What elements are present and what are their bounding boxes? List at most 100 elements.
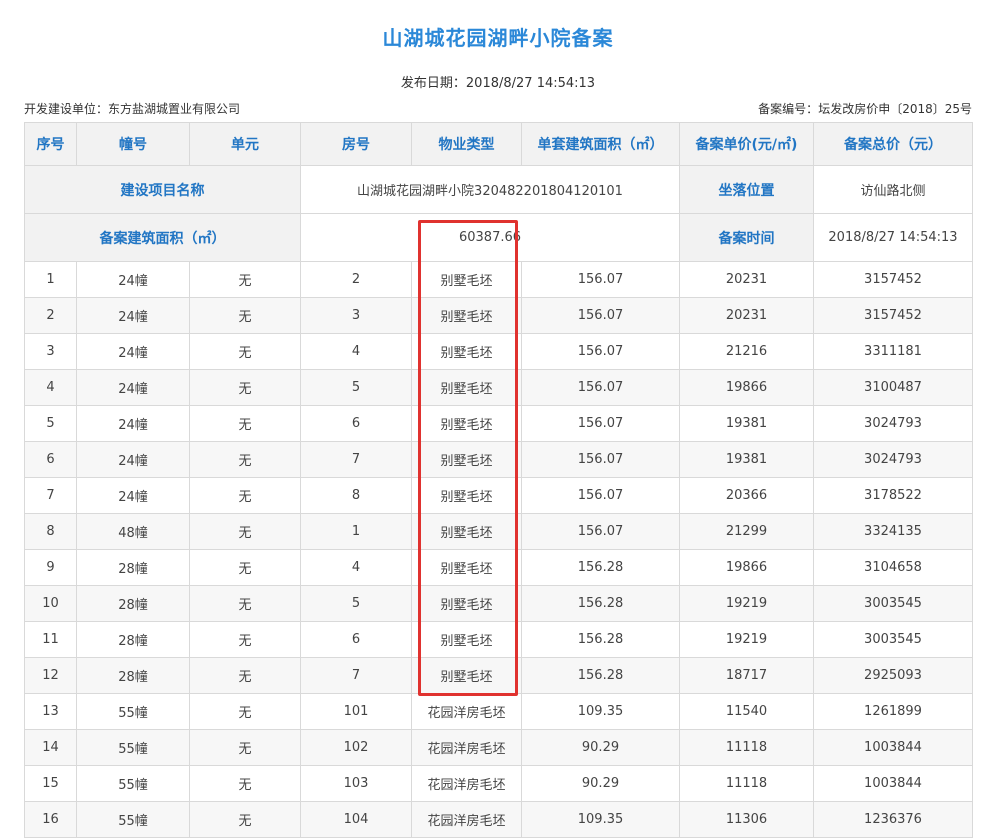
header-room: 房号 [300,122,412,166]
table-row: 4 24幢无 5 别墅毛坯 156.07 19866 3100487 [24,369,973,406]
cell-building: 28幢 [76,549,190,586]
cell-property-type: 花园洋房毛坯 [411,693,522,730]
table-row: 3 24幢无 4 别墅毛坯 156.07 21216 3311181 [24,333,973,370]
cell-property-type: 花园洋房毛坯 [411,729,522,766]
cell-unit-price: 20366 [679,477,814,514]
cell-property-type: 别墅毛坯 [411,333,522,370]
table-row: 10 28幢无 5 别墅毛坯 156.28 19219 3003545 [24,585,973,622]
cell-total-price: 2925093 [813,657,973,694]
cell-index: 6 [24,441,77,478]
cell-property-type: 别墅毛坯 [411,369,522,406]
cell-total-price: 3104658 [813,549,973,586]
record-number-label: 备案编号： [758,102,819,116]
cell-index: 11 [24,621,77,658]
cell-index: 14 [24,729,77,766]
cell-index: 1 [24,261,77,298]
developer-label: 开发建设单位： [24,102,109,116]
cell-total-price: 3157452 [813,261,973,298]
cell-area: 156.07 [521,513,680,550]
cell-area: 156.28 [521,657,680,694]
cell-index: 15 [24,765,77,802]
location-value: 访仙路北侧 [813,165,973,214]
table-row: 2 24幢无 3 别墅毛坯 156.07 20231 3157452 [24,297,973,334]
cell-area: 156.28 [521,621,680,658]
cell-total-price: 3311181 [813,333,973,370]
record-table-wrapper: 建设项目名称 山湖城花园湖畔小院320482201804120101 坐落位置 … [24,122,973,838]
cell-unit: 无 [189,765,301,802]
table-row: 1 24幢无 2 别墅毛坯 156.07 20231 3157452 [24,261,973,298]
cell-property-type: 花园洋房毛坯 [411,765,522,802]
cell-unit: 无 [189,477,301,514]
cell-unit-price: 20231 [679,261,814,298]
cell-total-price: 3100487 [813,369,973,406]
header-building: 幢号 [76,122,190,166]
cell-room: 7 [300,657,412,694]
cell-area: 156.28 [521,585,680,622]
cell-unit-price: 19381 [679,405,814,442]
cell-property-type: 别墅毛坯 [411,585,522,622]
cell-building: 48幢 [76,513,190,550]
table-row: 13 55幢无 101 花园洋房毛坯 109.35 11540 1261899 [24,693,973,730]
cell-room: 6 [300,405,412,442]
location-label: 坐落位置 [679,165,814,214]
cell-room: 4 [300,333,412,370]
table-row: 15 55幢无 103 花园洋房毛坯 90.29 11118 1003844 [24,765,973,802]
cell-room: 5 [300,585,412,622]
cell-room: 4 [300,549,412,586]
cell-unit: 无 [189,513,301,550]
cell-room: 101 [300,693,412,730]
cell-index: 12 [24,657,77,694]
cell-room: 6 [300,621,412,658]
cell-building: 28幢 [76,621,190,658]
cell-room: 3 [300,297,412,334]
table-row: 5 24幢无 6 别墅毛坯 156.07 19381 3024793 [24,405,973,442]
info-row: 建设项目名称 山湖城花园湖畔小院320482201804120101 坐落位置 … [24,165,973,214]
header-index: 序号 [24,122,77,166]
cell-unit: 无 [189,657,301,694]
cell-total-price: 3024793 [813,405,973,442]
cell-building: 55幢 [76,765,190,802]
cell-unit: 无 [189,441,301,478]
header-total-price: 备案总价（元） [813,122,973,166]
cell-unit-price: 11306 [679,801,814,838]
record-time-label: 备案时间 [679,213,814,262]
cell-property-type: 别墅毛坯 [411,549,522,586]
table-row: 14 55幢无 102 花园洋房毛坯 90.29 11118 1003844 [24,729,973,766]
publish-date-label: 发布日期： [400,76,466,91]
cell-index: 5 [24,405,77,442]
header-unit: 单元 [189,122,301,166]
cell-building: 55幢 [76,729,190,766]
cell-index: 10 [24,585,77,622]
cell-building: 28幢 [76,657,190,694]
cell-area: 156.07 [521,441,680,478]
cell-building: 28幢 [76,585,190,622]
cell-room: 103 [300,765,412,802]
cell-unit: 无 [189,333,301,370]
cell-unit: 无 [189,801,301,838]
cell-total-price: 1003844 [813,729,973,766]
project-info: 建设项目名称 山湖城花园湖畔小院320482201804120101 坐落位置 … [24,165,973,262]
cell-index: 16 [24,801,77,838]
cell-index: 13 [24,693,77,730]
cell-index: 8 [24,513,77,550]
cell-area: 156.07 [521,405,680,442]
cell-unit-price: 11118 [679,729,814,766]
cell-total-price: 1261899 [813,693,973,730]
cell-building: 24幢 [76,369,190,406]
record-number-info: 备案编号：坛发改房价申〔2018〕25号 [758,100,972,117]
table-row: 9 28幢无 4 别墅毛坯 156.28 19866 3104658 [24,549,973,586]
record-number-value: 坛发改房价申〔2018〕25号 [818,102,972,116]
cell-building: 55幢 [76,693,190,730]
cell-unit-price: 19866 [679,369,814,406]
cell-area: 156.07 [521,369,680,406]
cell-room: 2 [300,261,412,298]
cell-room: 102 [300,729,412,766]
cell-unit: 无 [189,729,301,766]
cell-total-price: 3157452 [813,297,973,334]
cell-area: 109.35 [521,693,680,730]
cell-unit: 无 [189,405,301,442]
publish-date: 发布日期：2018/8/27 14:54:13 [0,72,996,91]
cell-total-price: 3024793 [813,441,973,478]
table-row: 11 28幢无 6 别墅毛坯 156.28 19219 3003545 [24,621,973,658]
cell-index: 4 [24,369,77,406]
